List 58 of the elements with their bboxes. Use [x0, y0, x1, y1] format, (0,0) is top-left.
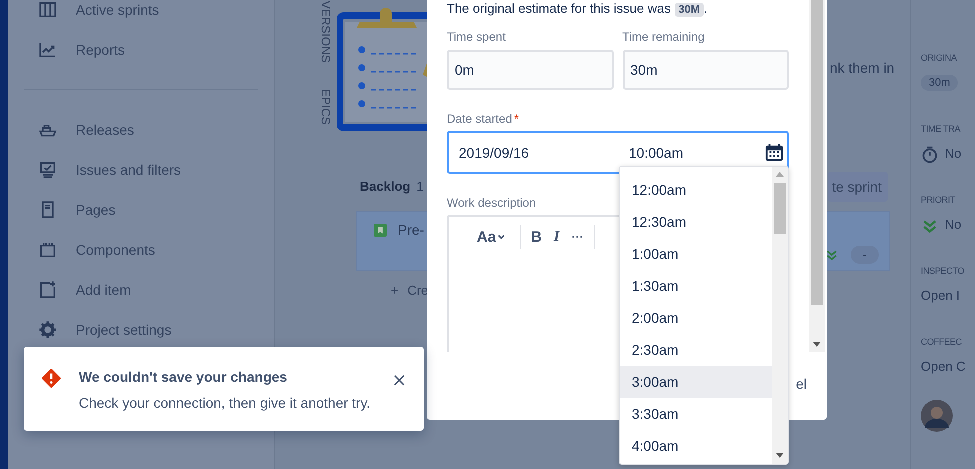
issue-summary: Pre-	[398, 222, 424, 238]
time-option[interactable]: 12:00am	[620, 174, 772, 206]
cancel-button[interactable]: el	[796, 376, 807, 392]
close-icon[interactable]	[394, 375, 405, 386]
stopwatch-icon	[921, 146, 939, 164]
field-label: COFFEEC	[921, 337, 963, 349]
avatar	[921, 400, 953, 432]
backlog-title: Backlog	[360, 179, 411, 194]
estimate-pill: -	[851, 246, 879, 264]
toast-message: Check your connection, then give it another try.	[79, 395, 372, 411]
backlog-count: 1	[416, 179, 424, 194]
field-value: Open I	[921, 288, 960, 303]
field-label: Time spent	[447, 30, 507, 44]
hint-text: nk them in	[830, 60, 896, 76]
scroll-up-icon[interactable]	[776, 172, 784, 178]
monitor-icon	[38, 160, 58, 180]
toast-title: We couldn't save your changes	[79, 369, 288, 385]
bold-button[interactable]: B	[525, 228, 548, 246]
field-label: ORIGINA	[921, 53, 958, 65]
scroll-down-icon[interactable]	[776, 453, 784, 459]
field-label: Work description	[447, 196, 538, 210]
active-sprints-icon	[38, 0, 58, 20]
calendar-icon[interactable]	[765, 143, 784, 162]
caret-icon	[497, 232, 506, 242]
italic-button[interactable]: I	[548, 228, 566, 246]
estimate-pill: 30m	[921, 75, 958, 91]
field-label: PRIORIT	[921, 195, 956, 207]
time-spent-field[interactable]: 0m	[447, 50, 614, 90]
estimate-note: The original estimate for this issue was 30M .	[447, 1, 709, 16]
field-label: Date started *	[447, 112, 520, 126]
add-item-icon	[38, 280, 58, 300]
time-option[interactable]: 4:00am	[620, 430, 772, 462]
field-value: No	[945, 146, 962, 161]
scroll-thumb[interactable]	[811, 0, 823, 305]
time-option[interactable]: 1:00am	[620, 238, 772, 270]
time-option[interactable]: 12:30am	[620, 206, 772, 238]
story-icon	[374, 224, 387, 237]
scrollbar[interactable]	[809, 0, 825, 352]
priority-low-icon	[825, 248, 839, 262]
field-label: INSPECTO	[921, 266, 966, 278]
time-option[interactable]: 2:00am	[620, 302, 772, 334]
time-option[interactable]: 2:30am	[620, 334, 772, 366]
time-option[interactable]: 3:30am	[620, 398, 772, 430]
scroll-down-icon[interactable]	[813, 342, 821, 348]
more-button[interactable]: ···	[566, 230, 590, 244]
field-value: No	[945, 217, 962, 232]
warning-icon	[42, 369, 61, 388]
field-label: Time remaining	[622, 30, 706, 44]
time-option[interactable]: 3:00am	[620, 366, 772, 398]
scroll-thumb[interactable]	[774, 183, 786, 234]
field-value: Open C	[921, 359, 966, 374]
time-option[interactable]: 1:30am	[620, 270, 772, 302]
settings-icon	[38, 320, 58, 340]
field-label: TIME TRA	[921, 124, 962, 136]
plus-sign: +	[391, 283, 399, 298]
scrollbar[interactable]	[772, 167, 788, 464]
text-style-button[interactable]: Aa	[471, 228, 512, 246]
time-remaining-field[interactable]: 30m	[622, 50, 789, 90]
